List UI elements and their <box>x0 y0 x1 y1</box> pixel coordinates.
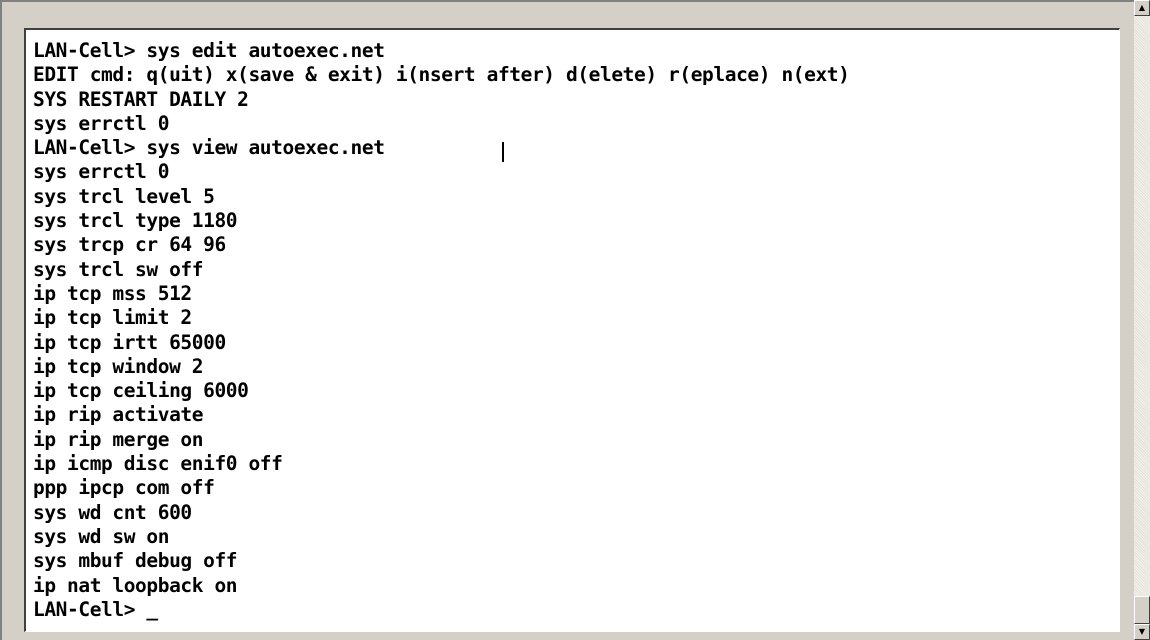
terminal-screen[interactable]: LAN-Cell> sys edit autoexec.net EDIT cmd:… <box>24 28 1120 632</box>
terminal-line: LAN-Cell> sys edit autoexec.net <box>33 39 385 62</box>
terminal-line: ip icmp disc enif0 off <box>33 452 283 476</box>
terminal-line: ip tcp ceiling 6000 <box>33 379 249 403</box>
terminal-line: ip rip activate <box>33 403 204 427</box>
terminal-line: sys wd sw on <box>33 524 170 548</box>
terminal-line: ip nat loopback on <box>33 573 238 597</box>
down-arrow-icon: ▼ <box>1138 627 1146 636</box>
terminal-line: ip tcp window 2 <box>33 354 204 378</box>
terminal-line: LAN-Cell> sys view autoexec.net <box>33 136 385 160</box>
terminal-line: sys errctl 0 <box>33 160 170 184</box>
terminal-output: LAN-Cell> sys edit autoexec.net EDIT cmd:… <box>33 39 850 622</box>
terminal-window: LAN-Cell> sys edit autoexec.net EDIT cmd:… <box>0 0 1134 640</box>
scroll-down-button[interactable]: ▼ <box>1134 624 1150 640</box>
scroll-up-button[interactable]: ▲ <box>1134 0 1150 16</box>
terminal-line: sys trcl type 1180 <box>33 209 238 233</box>
terminal-line: SYS RESTART DAILY 2 <box>33 87 249 111</box>
text-cursor <box>502 142 504 162</box>
terminal-line: sys wd cnt 600 <box>33 500 192 524</box>
terminal-line: sys trcl level 5 <box>33 184 215 208</box>
terminal-line: sys mbuf debug off <box>33 549 238 573</box>
terminal-line: ip rip merge on <box>33 427 204 451</box>
terminal-line: ip tcp irtt 65000 <box>33 330 226 354</box>
up-arrow-icon: ▲ <box>1138 3 1146 12</box>
terminal-line: sys errctl 0 <box>33 111 170 135</box>
terminal-line: sys trcl sw off <box>33 257 204 281</box>
terminal-line: ip tcp limit 2 <box>33 306 192 330</box>
vertical-scrollbar[interactable]: ▲ ▼ <box>1134 0 1150 640</box>
terminal-line: ppp ipcp com off <box>33 476 215 500</box>
terminal-line: ip tcp mss 512 <box>33 281 192 305</box>
terminal-line: EDIT cmd: q(uit) x(save & exit) i(nsert … <box>33 63 850 87</box>
terminal-line: sys trcp cr 64 96 <box>33 233 226 257</box>
scroll-thumb[interactable] <box>1134 596 1150 624</box>
terminal-prompt: LAN-Cell> _ <box>33 597 158 621</box>
